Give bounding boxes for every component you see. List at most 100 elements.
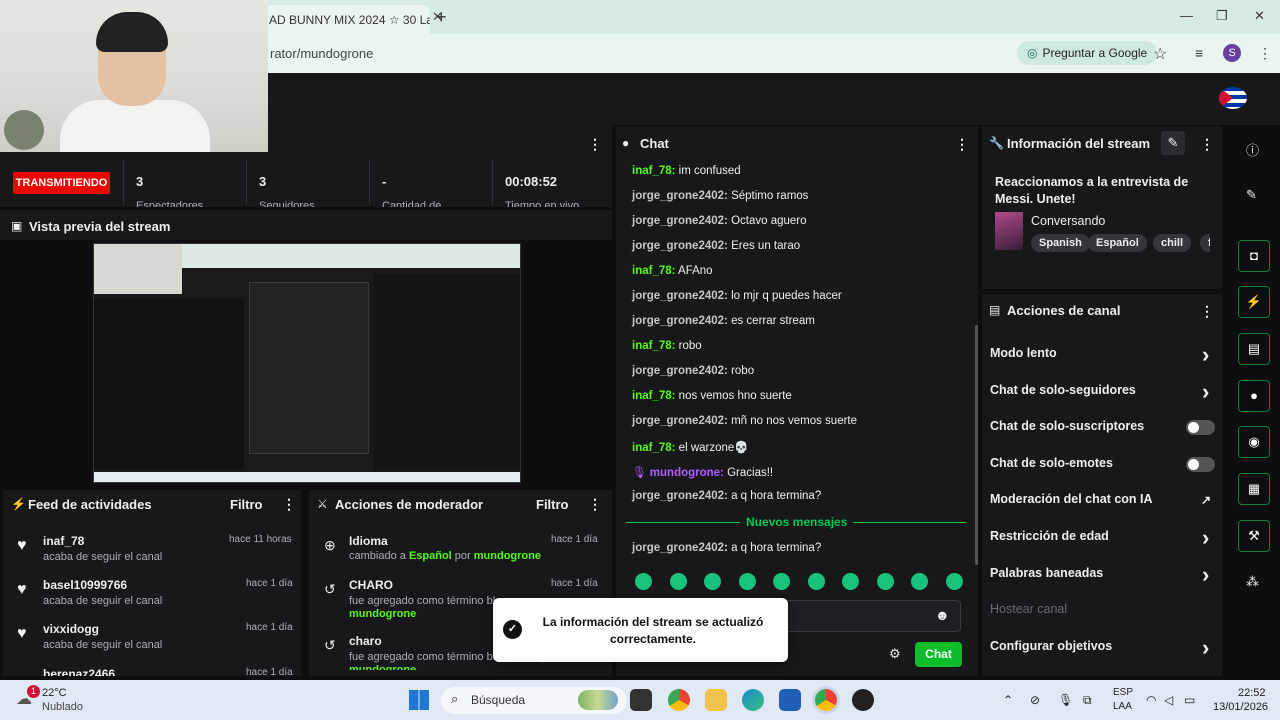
feed-filter-button[interactable]: Filtro [230,497,263,512]
emote-icon[interactable] [669,573,687,590]
emote-icon[interactable] [842,573,859,590]
edge-icon[interactable] [742,689,764,711]
task-view-icon[interactable] [630,689,652,711]
chat-username[interactable]: jorge_grone2402 [632,290,724,302]
new-tab-icon[interactable]: + [436,7,447,28]
maximize-icon[interactable]: ❐ [1216,8,1228,24]
lightning-icon[interactable]: ⚡ [1238,286,1270,318]
tag[interactable]: Español [1088,234,1147,252]
chat-username[interactable]: mundogrone [650,467,720,479]
category-thumbnail[interactable] [995,212,1023,250]
feed-user[interactable]: vixxidogg [43,622,99,636]
network-off-icon[interactable]: ⊘ [1030,693,1040,707]
emoji-icon[interactable]: ☻ [935,607,950,623]
wifi-icon[interactable]: ◠ [1146,693,1156,707]
close-window-icon[interactable]: ✕ [1254,8,1265,24]
chat-username[interactable]: inaf_78 [632,265,672,277]
edit-pencil-icon[interactable]: ✎ [1161,131,1185,155]
reading-list-icon[interactable]: ≡ [1195,45,1203,61]
share-icon[interactable]: ⁂ [1246,574,1259,590]
notes-icon[interactable]: ▤ [1238,333,1270,365]
chevron-right-icon[interactable]: › [1202,342,1209,368]
chat-username[interactable]: inaf_78 [632,442,672,454]
bookmark-star-icon[interactable]: ☆ [1153,44,1167,64]
clock-time[interactable]: 22:52 [1238,687,1266,699]
feed-user[interactable]: berenaz2466 [43,667,115,676]
info-icon[interactable]: ⓘ [1246,140,1259,159]
broadcast-icon[interactable]: ◉ [1238,426,1270,458]
chat-settings-icon[interactable]: ⚙ [889,646,901,662]
chat-username[interactable]: jorge_grone2402 [632,415,724,427]
tools-icon[interactable]: ⚒ [1238,520,1270,552]
chat-username[interactable]: inaf_78 [632,165,672,177]
file-explorer-icon[interactable] [705,689,727,711]
chrome-active-icon[interactable] [815,689,837,711]
ask-google-button[interactable]: ◎ Preguntar a Google [1017,41,1158,65]
chevron-right-icon[interactable]: › [1202,635,1209,661]
chat-username[interactable]: jorge_grone2402 [632,315,724,327]
emote-icon[interactable] [635,573,652,590]
store-icon[interactable] [779,689,801,711]
channel-menu-icon[interactable]: ⋮ [1200,303,1214,320]
browser-menu-icon[interactable]: ⋮ [1258,45,1272,62]
emote-icon[interactable] [876,573,894,590]
channel-action-4[interactable]: Moderación del chat con IA [990,492,1153,506]
tag[interactable]: chill [1153,234,1192,252]
chevron-up-icon[interactable]: ⌃ [1003,693,1013,707]
url-field[interactable]: rator/mundogrone [270,46,373,61]
emote-icon[interactable] [911,573,928,590]
chat-username[interactable]: jorge_grone2402 [632,365,724,377]
chat-username[interactable]: jorge_grone2402 [632,190,724,202]
mic-icon[interactable]: 🎙 [1058,693,1073,707]
chat-send-button[interactable]: Chat [915,642,962,667]
channel-action-1[interactable]: Chat de solo-seguidores [990,383,1136,397]
channel-action-0[interactable]: Modo lento [990,346,1057,360]
mod-menu-icon[interactable]: ⋮ [588,496,602,513]
stats-menu-icon[interactable]: ⋮ [588,136,602,153]
chevron-right-icon[interactable]: › [1202,525,1209,551]
feed-user[interactable]: inaf_78 [43,534,84,548]
pencil-icon[interactable]: ✎ [1246,187,1257,203]
undo-icon[interactable]: ↺ [324,637,336,654]
chat-username[interactable]: inaf_78 [632,390,672,402]
emote-icon[interactable] [807,573,825,590]
moderator-link[interactable]: mundogrone [349,608,416,620]
app-icon[interactable] [852,689,874,711]
lang-code[interactable]: ESP [1113,687,1133,698]
chat-username[interactable]: jorge_grone2402 [632,215,724,227]
channel-action-5[interactable]: Restricción de edad [990,529,1109,543]
info-menu-icon[interactable]: ⋮ [1200,136,1214,153]
toggle-switch[interactable] [1186,420,1215,436]
chat-username[interactable]: jorge_grone2402 [632,542,724,554]
chat-username[interactable]: jorge_grone2402 [632,240,724,252]
chat-username[interactable]: inaf_78 [632,340,672,352]
emote-icon[interactable] [773,573,790,590]
chat-username[interactable]: jorge_grone2402 [632,490,724,502]
tag[interactable]: Spanish [1031,234,1090,252]
battery-icon[interactable]: ▭ [1184,693,1195,707]
external-link-icon[interactable]: ↗ [1201,493,1211,507]
toggle-switch[interactable] [1186,456,1215,472]
windows-start-icon[interactable] [409,690,429,710]
emote-icon[interactable] [704,573,721,590]
feed-menu-icon[interactable]: ⋮ [282,496,296,513]
clock-date[interactable]: 13/01/2026 [1213,701,1268,713]
moderator-link[interactable]: mundogrone [349,664,416,670]
channel-action-6[interactable]: Palabras baneadas [990,566,1103,580]
emote-icon[interactable] [738,573,756,590]
chat-menu-icon[interactable]: ⋮ [955,136,969,153]
undo-icon[interactable]: ↺ [324,581,336,598]
channel-action-8[interactable]: Configurar objetivos [990,639,1112,653]
channel-action-3[interactable]: Chat de solo-emotes [990,456,1113,470]
chevron-right-icon[interactable]: › [1202,562,1209,588]
emote-icon[interactable] [945,573,963,590]
layout-icon[interactable]: ▦ [1238,473,1270,505]
moderator-link[interactable]: mundogrone [474,550,541,562]
chat-scrollbar[interactable] [975,325,978,565]
display-icon[interactable]: ⧉ [1083,693,1092,708]
browser-tab[interactable]: AD BUNNY MIX 2024 ☆ 30 La [255,5,430,34]
language-flag-icon[interactable] [1219,87,1247,109]
camera-icon[interactable]: ◘ [1238,240,1270,272]
minimize-icon[interactable]: — [1180,8,1193,23]
tag[interactable]: fun [1200,234,1210,252]
